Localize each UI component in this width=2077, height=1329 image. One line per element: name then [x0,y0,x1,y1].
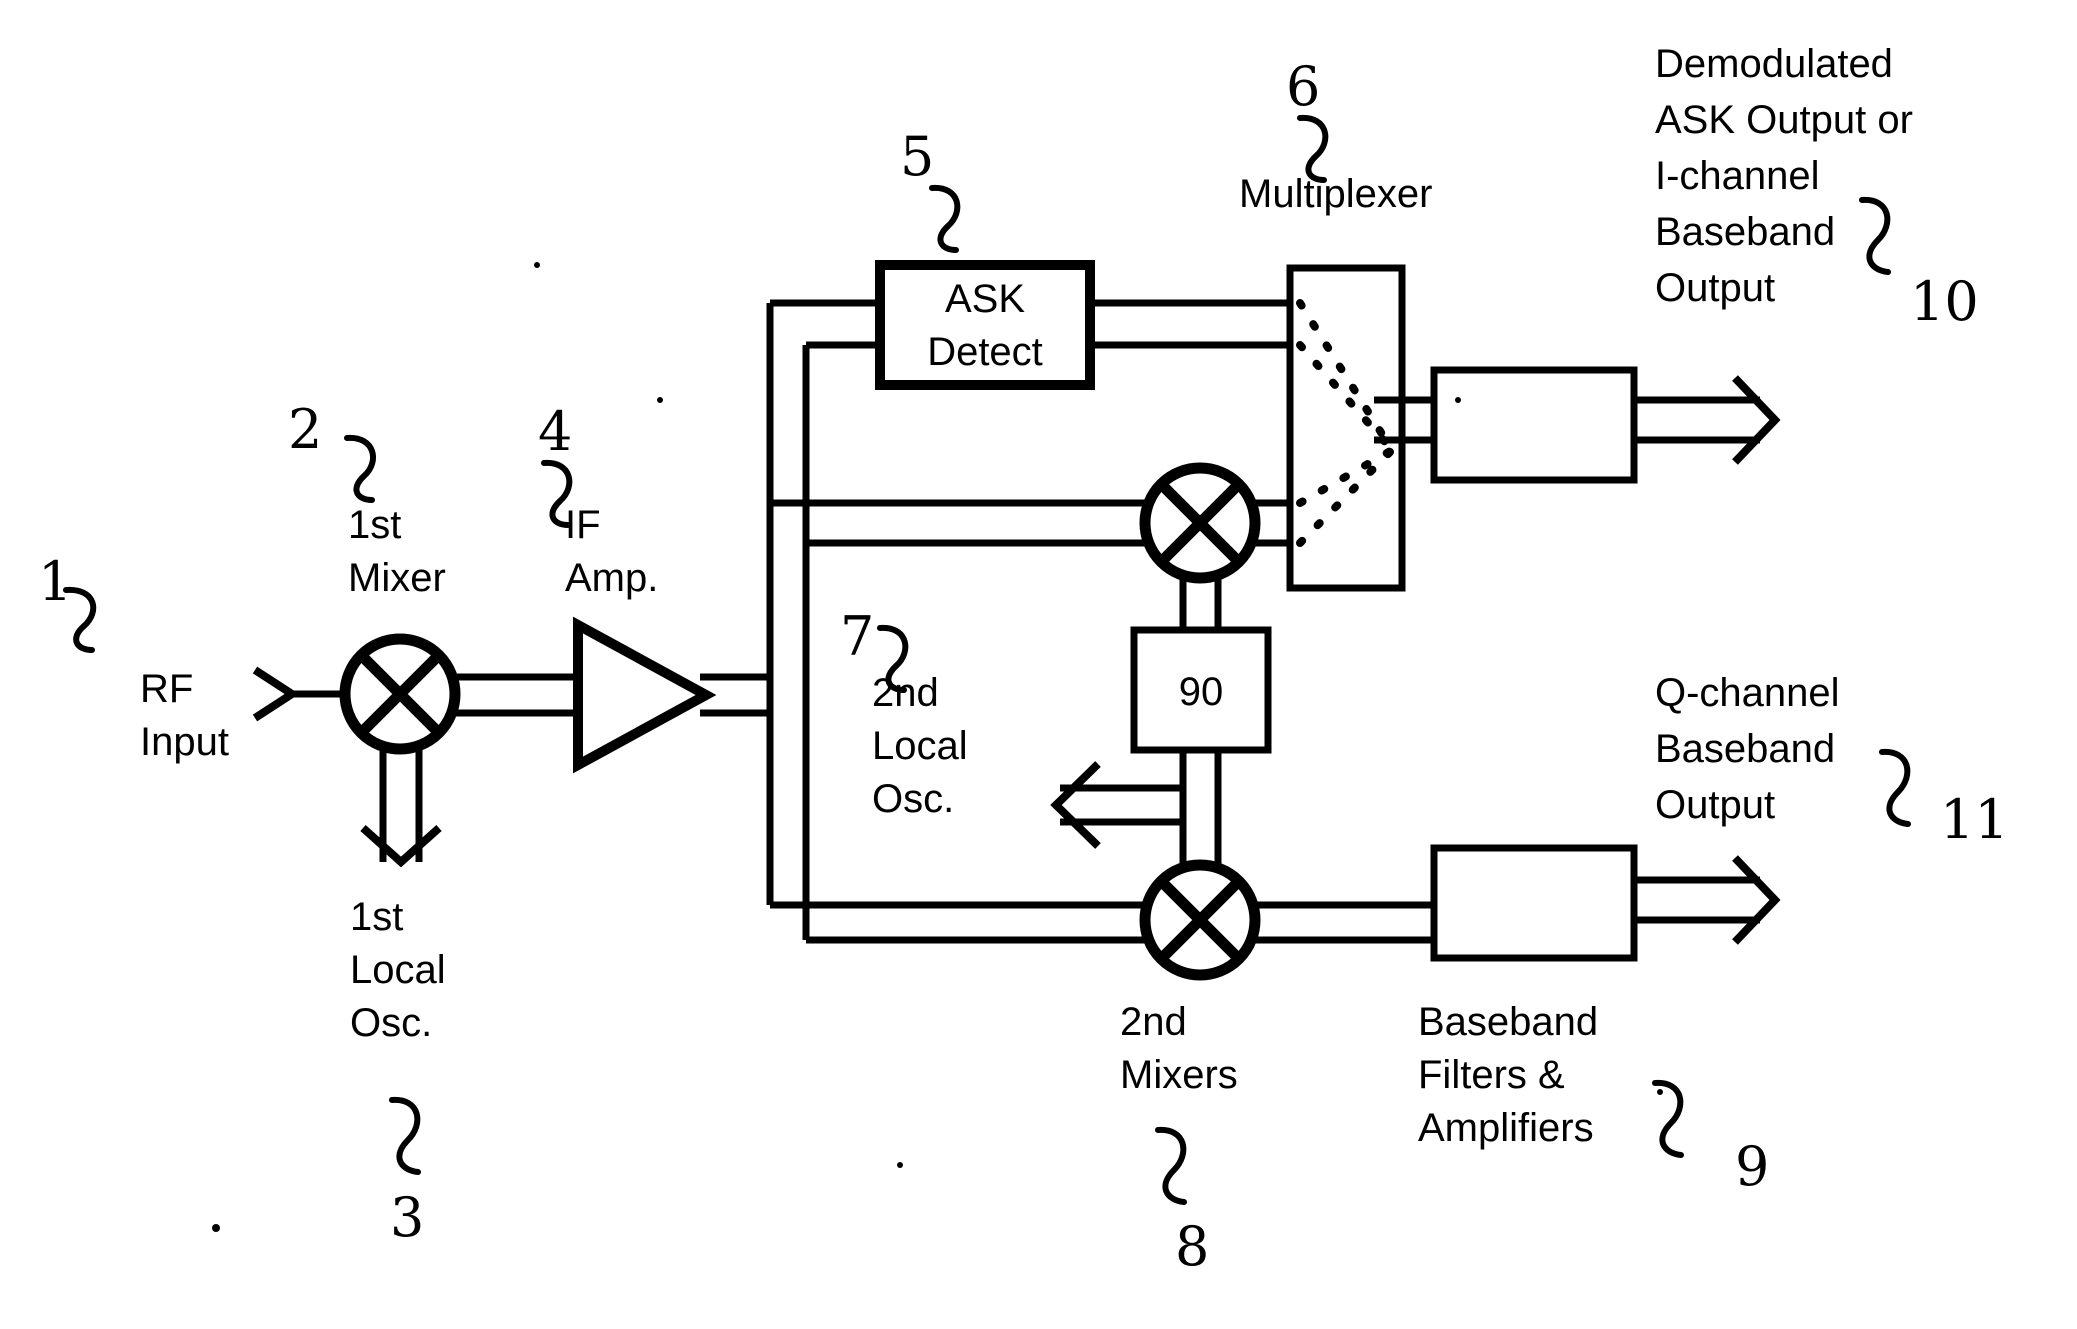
scan-speck [1657,1089,1663,1095]
baseband-filters-label-line3: Amplifiers [1418,1106,1594,1150]
first-local-osc-label-line1: 1st [350,895,403,939]
scan-speck [657,397,663,403]
scan-speck [1455,397,1461,403]
scan-speck [534,262,540,268]
phase-shifter-label: 90 [1179,670,1224,714]
first-mixer-label-line1: 1st [348,503,401,547]
reference-numeral-3: 3 [390,1186,424,1249]
reference-numeral-4: 4 [538,400,572,463]
reference-numeral-6: 6 [1286,55,1320,118]
reference-numeral-2: 2 [288,398,322,461]
first-local-osc-label-line2: Local [350,948,446,992]
q-output-label-line3: Output [1655,783,1775,827]
scan-speck [212,1224,220,1232]
reference-numeral-7: 7 [840,605,874,668]
baseband-filters-label-line2: Filters & [1418,1053,1565,1097]
reference-numeral-9: 9 [1735,1135,1769,1198]
i-output-label-line3: I-channel [1655,154,1820,198]
first-mixer-label-line2: Mixer [348,556,446,600]
multiplexer-label: Multiplexer [1239,172,1432,216]
i-output-label-line4: Baseband [1655,210,1835,254]
reference-numeral-5: 5 [900,125,934,188]
ask-detect-label-line2: Detect [927,330,1043,374]
second-local-osc-label-line1: 2nd [872,671,939,715]
second-local-osc-label-line2: Local [872,724,968,768]
first-local-osc-label-line3: Osc. [350,1001,432,1045]
first-mixer-symbol [339,633,461,755]
second-mixers-label-line1: 2nd [1120,1000,1187,1044]
figure-canvas: ASK Detect 90 Multiplexer RF Input 1st M… [0,0,2077,1329]
i-output-label-line5: Output [1655,266,1775,310]
reference-numeral-11: 11 [1940,788,2009,851]
baseband-filters-label-line1: Baseband [1418,1000,1598,1044]
rf-input-label-line1: RF [140,667,193,711]
reference-numeral-10: 10 [1910,270,1979,333]
i-output-label-line1: Demodulated [1655,42,1893,86]
i-output-label-line2: ASK Output or [1655,98,1913,142]
rf-input-label-line2: Input [140,720,229,764]
block-diagram-svg: ASK Detect 90 Multiplexer RF Input 1st M… [0,0,2077,1329]
reference-numeral-8: 8 [1175,1215,1209,1278]
ask-detect-label-line1: ASK [945,277,1025,321]
scan-speck [897,1162,903,1168]
second-local-osc-label-line3: Osc. [872,777,954,821]
paper-background [0,0,2077,1329]
q-output-label-line2: Baseband [1655,727,1835,771]
if-amp-label-line2: Amp. [565,556,658,600]
q-output-label-line1: Q-channel [1655,671,1840,715]
reference-numeral-1: 1 [38,550,72,613]
second-mixers-label-line2: Mixers [1120,1053,1238,1097]
